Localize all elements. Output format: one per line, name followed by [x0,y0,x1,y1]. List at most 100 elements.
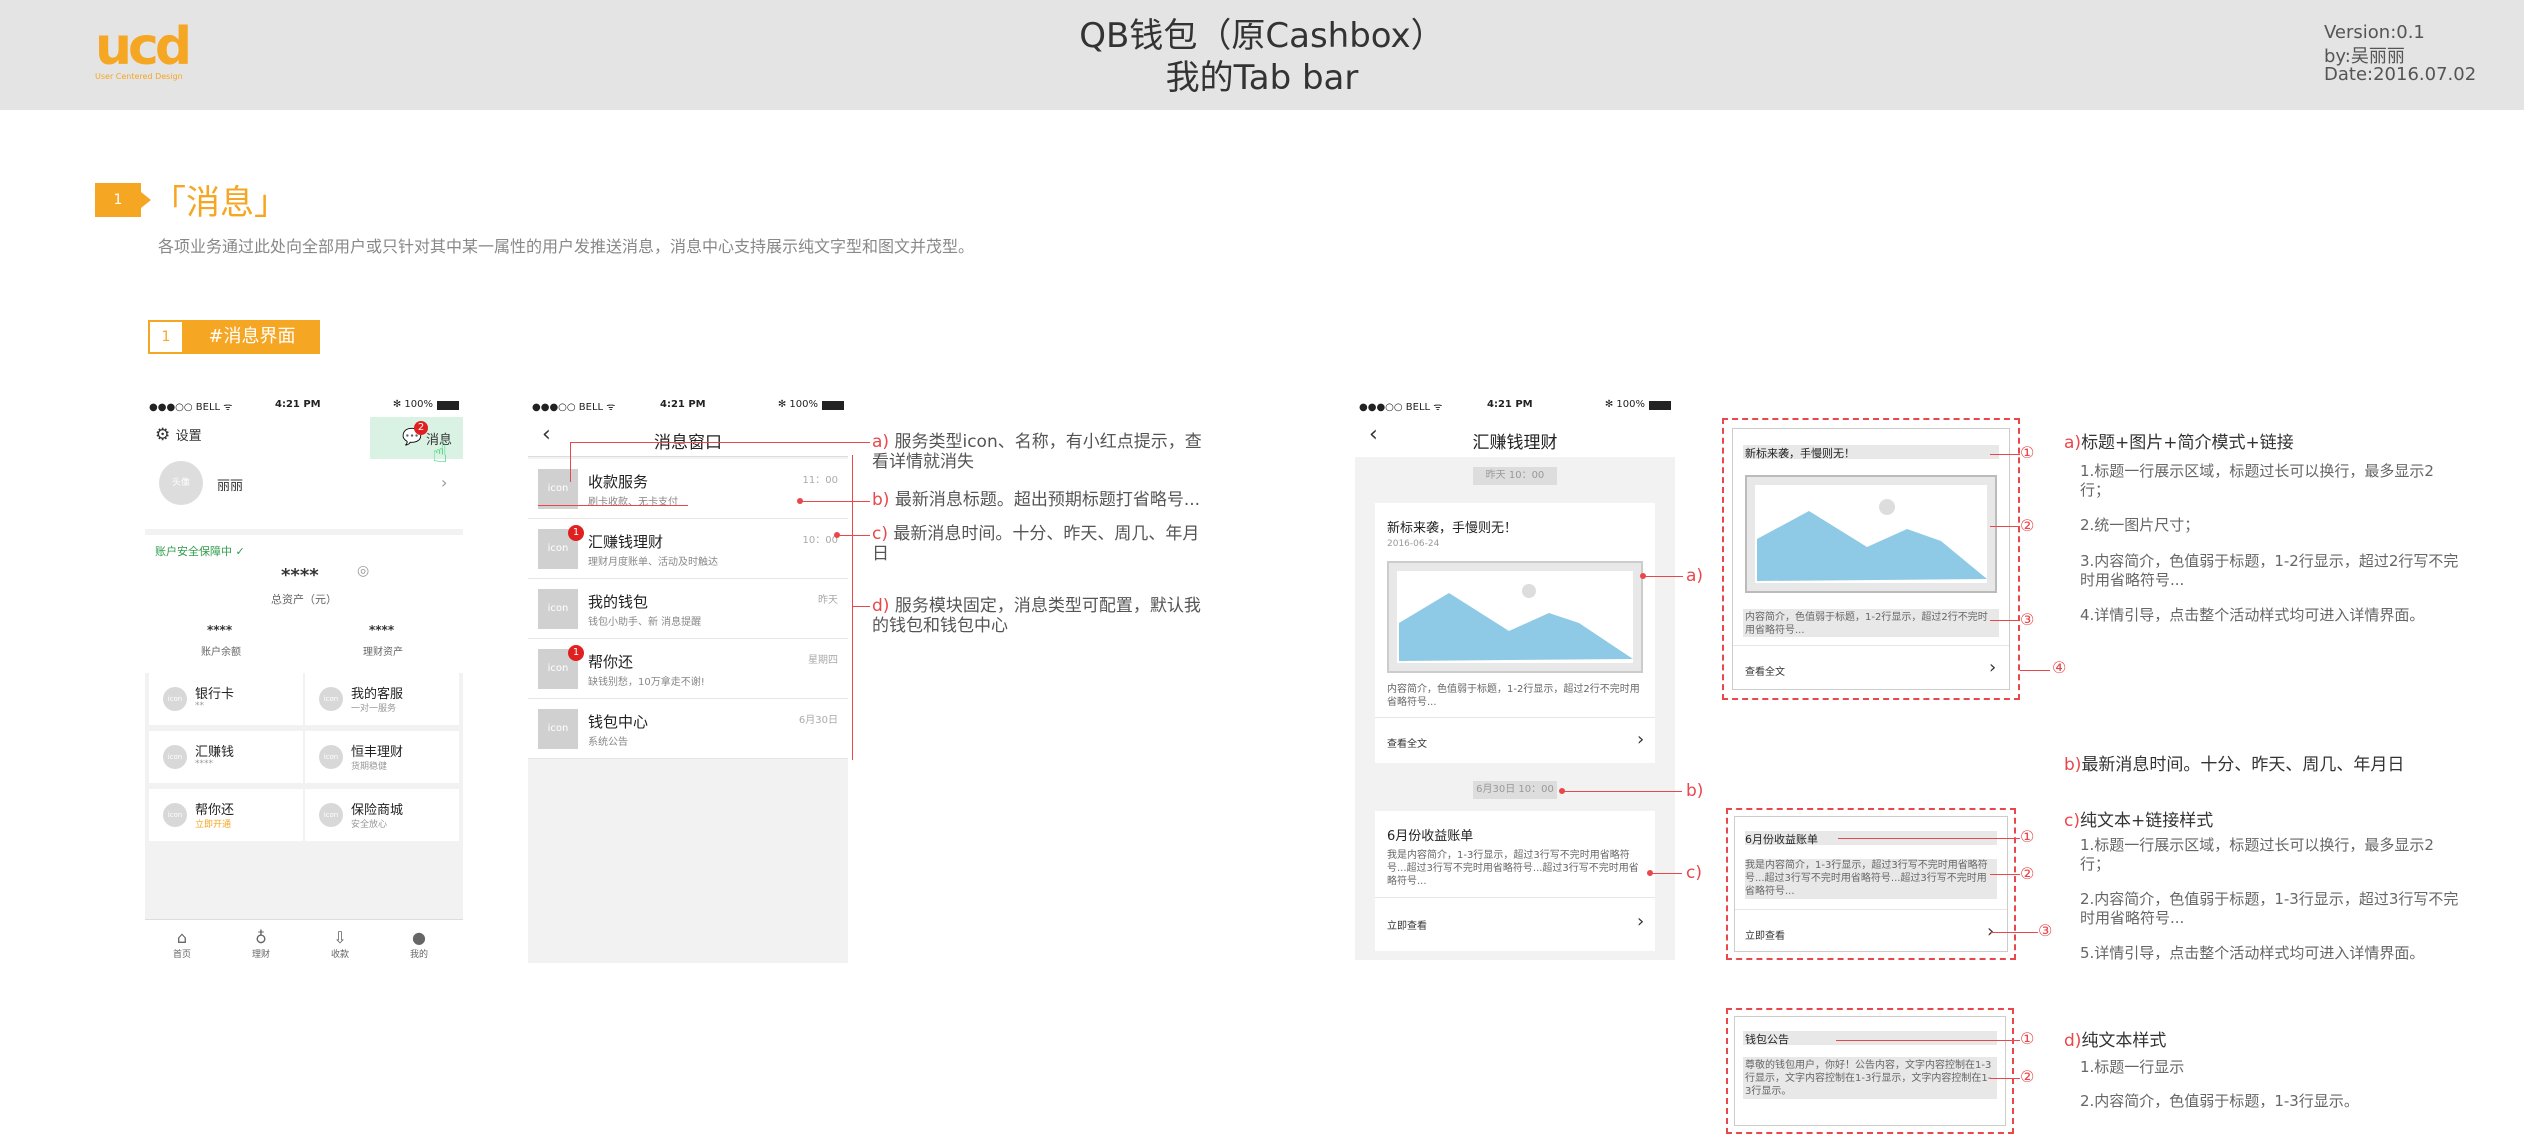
article-card[interactable]: 新标来袭，手慢则无！ 2016-06-24 内容简介，色值弱于标题，1-2行显示… [1375,503,1655,763]
card-title: 新标来袭，手慢则无！ [1387,521,1518,536]
section-description: 各项业务通过此处向全部用户或只针对其中某一属性的用户发推送消息，消息中心支持展示… [158,237,975,256]
version-text: Version:0.1 [2324,22,2425,43]
grid-customer-service[interactable]: icon 我的客服 一对一服务 [305,673,459,725]
status-carrier: ●●●○○ BELL ᯤ [149,402,233,413]
time-pill: 昨天 10：00 [1473,467,1557,485]
row-subtitle: 理财月度账单、活动及时触达 [588,557,718,568]
tab-home[interactable]: ⌂ 首页 [152,928,212,960]
eye-hidden-icon[interactable]: ◎ [357,563,369,579]
annotation-a: a) 服务类型icon、名称，有小红点提示，查看详情就消失 [872,432,1202,472]
grid-title: 帮你还 [195,803,235,818]
avatar[interactable]: 头像 [159,461,203,505]
status-bar: ●●●○○ BELL ᯤ 4:21 PM ✻ 100% [145,395,463,417]
status-time: 4:21 PM [275,399,321,410]
grid-sub: 安全放心 [351,820,388,830]
annotation-line [1562,791,1682,792]
chevron-right-icon: › [1989,657,1997,678]
tab-collect[interactable]: ⇩ 收款 [310,928,370,960]
status-bar: ●●●○○ BELL ᯤ 4:21 PM ✻ 100% [1355,395,1675,417]
nav-title: 汇赚钱理财 [1472,433,1558,453]
desc-c-item: 5.详情引导，点击整个活动样式均可进入详情界面。 [2080,944,2425,962]
text-card[interactable]: 6月份收益账单 我是内容简介，1-3行显示，超过3行写不完时用省略符号...超过… [1375,811,1655,951]
chevron-right-icon[interactable]: › [441,473,447,492]
spec-card-a: 新标来袭，手慢则无！ 内容简介，色值弱于标题，1-2行显示，超过2行不完时用省略… [1732,428,2010,690]
section-title: 「消息」 [152,183,288,223]
marker-2: ② [2020,864,2035,883]
grid-title: 保险商城 [351,803,404,818]
annotation-tag-a: a) [1686,566,1704,586]
phone-mine-screen: ●●●○○ BELL ᯤ 4:21 PM ✻ 100% ⚙ 设置 💬 消息 2 … [145,395,463,963]
desc-a-heading: a)标题+图片+简介模式+链接 [2064,433,2294,453]
grid-icon: icon [319,687,343,711]
gear-icon: ⚙ [155,425,171,445]
message-row[interactable]: icon 1 汇赚钱理财 理财月度账单、活动及时触达 10：00 [528,519,848,579]
desc-c-item: 1.标题一行展示区域，标题过长可以换行，最多显示2行； [2080,836,2434,873]
grid-title: 银行卡 [195,687,235,702]
desc-a-item: 3.内容简介，色值弱于标题，1-2行显示，超过2行写不完时用省略符号... [2080,552,2459,589]
battery-icon [822,401,844,410]
unread-badge: 1 [568,645,584,661]
spec-title: 新标来袭，手慢则无！ [1745,447,1855,460]
annotation-tag-b: b) [1686,781,1704,801]
grid-sub: **** [195,759,213,769]
marker-1: ① [2020,1029,2035,1048]
annotation-line-c [836,535,870,536]
grid-hengfeng-finance[interactable]: icon 恒丰理财 货期稳健 [305,731,459,783]
message-row[interactable]: icon 我的钱包 钱包小助手、新 消息提醒 昨天 [528,579,848,639]
row-time: 6月30日 [798,715,838,726]
subsection-label: #消息界面 [184,320,320,354]
annotation-line [1643,576,1683,577]
battery-icon [1649,401,1671,410]
grid-title: 恒丰理财 [351,745,404,760]
grid-earn-money[interactable]: icon 汇赚钱 **** [149,731,303,783]
row-title: 收款服务 [588,473,649,491]
doc-subtitle: 我的Tab bar [1165,58,1359,98]
row-subtitle: 缺钱别愁，10万拿走不谢! [588,677,705,688]
message-button[interactable]: 💬 消息 2 ☝ [370,417,463,469]
card-desc: 内容简介，色值弱于标题，1-2行显示，超过2行不完时用省略符号... [1387,684,1640,708]
row-subtitle: 钱包小助手、新 消息提醒 [588,617,702,628]
tab-finance[interactable]: ♁ 理财 [231,928,291,960]
annotation-dot [834,532,840,538]
desc-d-item: 1.标题一行显示 [2080,1058,2185,1076]
hand-pointer-icon: ☝ [432,439,448,469]
landscape-image-icon [1397,571,1633,663]
grid-icon: icon [319,803,343,827]
service-icon: icon [538,469,578,509]
desc-c-item: 2.内容简介，色值弱于标题，1-3行显示，超过3行写不完时用省略符号... [2080,890,2459,927]
annotation-bracket-d [852,455,853,760]
unread-badge: 1 [568,525,584,541]
settings-button[interactable]: ⚙ 设置 [155,425,202,445]
row-time: 10：00 [802,535,838,546]
service-icon: icon [538,589,578,629]
grid-icon: icon [163,803,187,827]
security-text: 账户安全保障中 ✓ [155,545,245,558]
tab-mine[interactable]: ● 我的 [389,928,449,960]
grid-icon: icon [163,745,187,769]
grid-bank-card[interactable]: icon 银行卡 ** [149,673,303,725]
annotation-line-a-vert [570,442,571,482]
row-title: 汇赚钱理财 [588,533,664,551]
grid-insurance-mall[interactable]: icon 保险商城安全放心 [305,789,459,841]
chevron-right-icon: › [1637,911,1645,932]
spec-image [1745,475,1997,593]
finance-label: 理财资产 [363,647,403,658]
person-icon: ● [412,928,426,947]
message-row[interactable]: icon 收款服务 刷卡收款、无卡支付 11：00 [528,459,848,519]
grid-title: 汇赚钱 [195,745,235,760]
row-title: 我的钱包 [588,593,649,611]
time-pill: 6月30日 10：00 [1473,781,1557,799]
landscape-image-icon [1755,485,1987,583]
annotation-line-b [800,501,870,502]
grid-sub: 货期稳健 [351,762,388,772]
message-row[interactable]: icon 1 帮你还 缺钱别愁，10万拿走不谢! 星期四 [528,639,848,699]
row-time: 11：00 [802,475,838,486]
grid-help-repay[interactable]: icon 帮你还 立即开通 [149,789,303,841]
grid-title: 我的客服 [351,687,404,702]
message-row[interactable]: icon 钱包中心 系统公告 6月30日 [528,699,848,759]
spec-desc: 内容简介，色值弱于标题，1-2行显示，超过2行不完时用省略符号... [1745,612,1988,636]
status-battery: ✻ 100% [392,399,433,410]
annotation-dot [797,498,803,504]
message-badge: 2 [414,421,428,435]
spec-title: 6月份收益账单 [1745,833,1818,846]
